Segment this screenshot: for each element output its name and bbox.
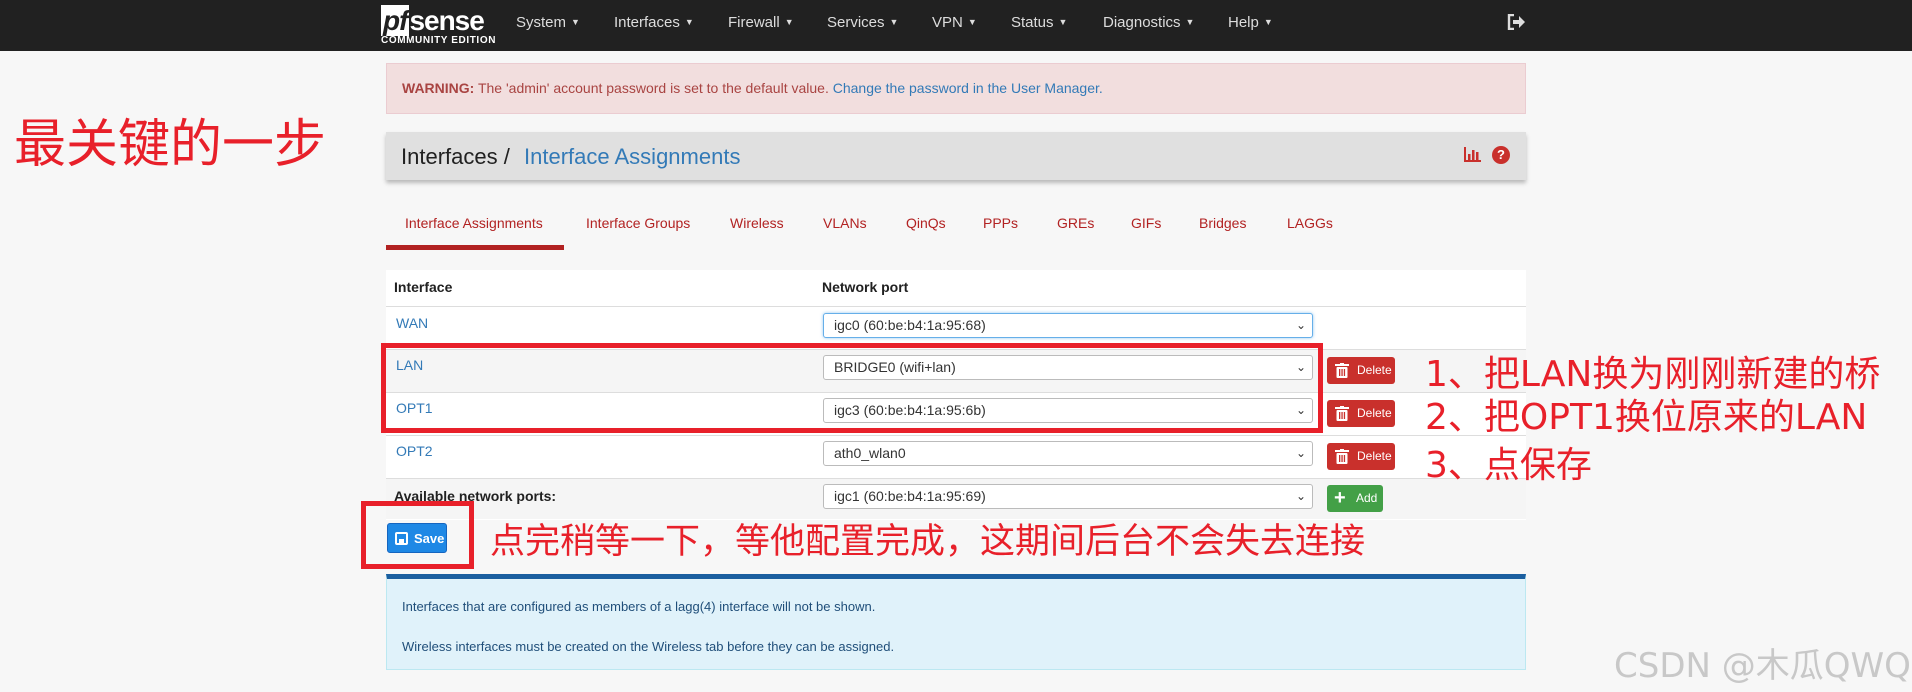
caret-down-icon: ▼: [1058, 17, 1068, 27]
breadcrumb: Interfaces / Interface Assignments ?: [386, 132, 1526, 180]
trash-icon: [1335, 406, 1349, 421]
chevron-down-icon: ⌄: [1295, 318, 1306, 332]
sign-out-icon[interactable]: [1507, 13, 1525, 35]
tab-interface-groups[interactable]: Interface Groups: [586, 215, 690, 231]
caret-down-icon: ▼: [889, 17, 899, 27]
breadcrumb-parent[interactable]: Interfaces /: [401, 144, 510, 170]
available-port-select[interactable]: igc1 (60:be:b4:1a:95:69) ⌄: [823, 484, 1313, 509]
tab-qinqs[interactable]: QinQs: [906, 215, 946, 231]
caret-down-icon: ▼: [784, 17, 794, 27]
page-title[interactable]: Interface Assignments: [524, 144, 740, 170]
tab-gifs[interactable]: GIFs: [1131, 215, 1161, 231]
warning-text: The 'admin' account password is set to t…: [477, 80, 829, 96]
pfsense-logo[interactable]: pfsense COMMUNITY EDITION: [381, 5, 495, 46]
top-navbar: pfsense COMMUNITY EDITION System ▼ Interf…: [0, 0, 1912, 51]
chevron-down-icon: ⌄: [1295, 446, 1306, 460]
annotation-save-note: 点完稍等一下，等他配置完成，这期间后台不会失去连接: [490, 522, 1366, 562]
nav-menu-firewall[interactable]: Firewall ▼: [728, 14, 794, 31]
caret-down-icon: ▼: [684, 17, 694, 27]
tab-gres[interactable]: GREs: [1057, 215, 1094, 231]
header-divider: [386, 306, 1526, 307]
caret-down-icon: ▼: [1263, 17, 1273, 27]
annotation-box-lan-opt1: [381, 343, 1323, 433]
annotation-box-save: [361, 501, 474, 569]
tab-ppps[interactable]: PPPs: [983, 215, 1018, 231]
add-button[interactable]: + Add: [1327, 485, 1383, 512]
tab-vlans[interactable]: VLANs: [823, 215, 867, 231]
info-box: Interfaces that are configured as member…: [386, 574, 1526, 670]
warning-label: WARNING:: [402, 80, 475, 96]
default-password-warning: WARNING: The 'admin' account password is…: [386, 63, 1526, 114]
active-tab-indicator: [386, 245, 564, 250]
plus-icon: +: [1334, 487, 1346, 509]
annotation-step2: 2、把OPT1换位原来的LAN: [1425, 397, 1868, 438]
nav-menu-system[interactable]: System ▼: [516, 14, 580, 31]
tab-laggs[interactable]: LAGGs: [1287, 215, 1333, 231]
nav-menu-vpn[interactable]: VPN ▼: [932, 14, 977, 31]
nav-menu-status[interactable]: Status ▼: [1011, 14, 1067, 31]
caret-down-icon: ▼: [967, 17, 977, 27]
nav-menu-interfaces[interactable]: Interfaces ▼: [614, 14, 694, 31]
column-header-network-port: Network port: [822, 279, 909, 295]
delete-button-lan[interactable]: Delete: [1327, 357, 1395, 384]
info-line-wireless: Wireless interfaces must be created on t…: [402, 639, 895, 654]
chevron-down-icon: ⌄: [1295, 489, 1306, 503]
row-divider: [386, 435, 1526, 436]
column-header-interface: Interface: [394, 279, 453, 295]
interface-link-wan[interactable]: WAN: [396, 315, 428, 331]
tab-bridges[interactable]: Bridges: [1199, 215, 1246, 231]
info-line-lagg: Interfaces that are configured as member…: [402, 599, 876, 614]
network-port-select-opt2[interactable]: ath0_wlan0 ⌄: [823, 441, 1313, 466]
tab-interface-assignments[interactable]: Interface Assignments: [405, 215, 543, 231]
row-divider: [386, 478, 1526, 479]
bar-chart-icon[interactable]: [1464, 146, 1482, 167]
nav-menu-services[interactable]: Services ▼: [827, 14, 898, 31]
delete-button-opt2[interactable]: Delete: [1327, 443, 1395, 470]
interface-link-opt2[interactable]: OPT2: [396, 443, 433, 459]
brand-edition: COMMUNITY EDITION: [381, 35, 497, 46]
nav-menu-help[interactable]: Help ▼: [1228, 14, 1273, 31]
nav-menu-diagnostics[interactable]: Diagnostics ▼: [1103, 14, 1194, 31]
tab-wireless[interactable]: Wireless: [730, 215, 784, 231]
annotation-step3: 3、点保存: [1425, 445, 1592, 486]
trash-icon: [1335, 449, 1349, 464]
delete-button-opt1[interactable]: Delete: [1327, 400, 1395, 427]
caret-down-icon: ▼: [1185, 17, 1195, 27]
trash-icon: [1335, 363, 1349, 378]
change-password-link[interactable]: Change the password in the User Manager.: [833, 80, 1103, 96]
caret-down-icon: ▼: [571, 17, 580, 27]
network-port-select-wan[interactable]: igc0 (60:be:b4:1a:95:68) ⌄: [823, 313, 1313, 338]
annotation-title: 最关键的一步: [14, 115, 327, 175]
brand-logo-text: pfsense: [381, 5, 485, 36]
watermark: CSDN @木瓜QWQ: [1614, 646, 1911, 686]
help-icon[interactable]: ?: [1492, 146, 1510, 164]
